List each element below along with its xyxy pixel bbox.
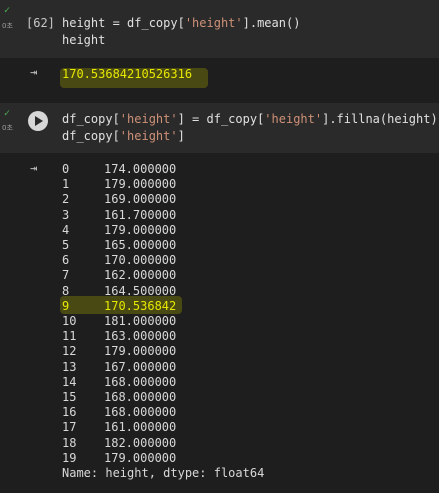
series-value: 168.000000 [104,374,177,389]
series-row: 9 170.536842 [62,299,264,314]
success-check-icon: ✓ [4,108,11,119]
series-value: 170.536842 [104,298,177,313]
series-value: 162.000000 [104,268,177,283]
series-value: 161.000000 [104,420,177,435]
series-index: 9 [62,298,70,313]
series-index: 1 [62,177,70,192]
series-row: 18 182.000000 [62,436,264,451]
code-cell-2[interactable]: ✓ 0초 df_copy['height'] = df_copy['height… [0,103,439,153]
series-index: 8 [62,283,70,298]
series-value: 179.000000 [104,177,177,192]
series-value: 164.500000 [104,283,177,298]
series-row: 13 167.000000 [62,360,264,375]
series-row: 10 181.000000 [62,314,264,329]
series-row: 7 162.000000 [62,268,264,283]
series-row: 17 161.000000 [62,420,264,435]
code-editor[interactable]: df_copy['height'] = df_copy['height'].fi… [62,111,438,145]
series-index: 12 [62,344,77,359]
series-index: 5 [62,238,70,253]
code-line: height [62,33,106,47]
code-line: df_copy['height'] = df_copy['height'].fi… [62,112,438,126]
series-row: 5 165.000000 [62,238,264,253]
series-row: 6 170.000000 [62,253,264,268]
series-row: 14 168.000000 [62,375,264,390]
series-index: 16 [62,405,77,420]
series-value: 161.700000 [104,207,177,222]
execution-count: [62] [26,16,55,30]
series-value: 165.000000 [104,238,177,253]
code-cell-1[interactable]: ✓ 0초 [62] height = df_copy['height'].mea… [0,0,439,58]
output-area-1: ⇥ 170.53684210526316 [0,58,439,98]
series-row: 2 169.000000 [62,192,264,207]
series-row: 11 163.000000 [62,329,264,344]
series-index: 7 [62,268,70,283]
series-value: 169.000000 [104,192,177,207]
series-footer: Name: height, dtype: float64 [62,466,265,481]
series-value: 170.000000 [104,253,177,268]
code-editor[interactable]: height = df_copy['height'].mean() height [62,15,300,49]
series-value: 168.000000 [104,390,177,405]
series-row: 4 179.000000 [62,223,264,238]
series-index: 0 [62,162,70,176]
run-cell-button[interactable] [28,111,48,131]
series-index: 17 [62,420,77,435]
series-row: 3 161.700000 [62,208,264,223]
series-index: 4 [62,222,70,237]
series-index: 15 [62,390,77,405]
exec-time-label: 0초 [2,124,13,132]
series-index: 19 [62,450,77,465]
exec-time-label: 0초 [2,22,13,30]
series-index: 14 [62,374,77,389]
series-value: 179.000000 [104,222,177,237]
series-row: 15 168.000000 [62,390,264,405]
series-value: 167.000000 [104,359,177,374]
output-value: 170.53684210526316 [62,67,193,81]
series-row: 16 168.000000 [62,405,264,420]
series-row: 12 179.000000 [62,344,264,359]
series-value: 179.000000 [104,344,177,359]
series-value: 179.000000 [104,450,177,465]
series-value: 181.000000 [104,314,177,329]
series-row: 8 164.500000 [62,284,264,299]
series-row: 0 174.000000 [62,162,264,177]
series-row: 1 179.000000 [62,177,264,192]
code-line: height = df_copy['height'].mean() [62,16,301,30]
series-value: 163.000000 [104,329,177,344]
series-index: 13 [62,359,77,374]
series-index: 11 [62,329,77,344]
series-row: 19 179.000000 [62,451,264,466]
series-value: 168.000000 [104,405,177,420]
output-toggle-icon[interactable]: ⇥ [30,65,37,79]
code-line: df_copy['height'] [62,129,185,143]
series-index: 3 [62,207,70,222]
series-value: 174.000000 [104,162,177,176]
series-index: 6 [62,253,70,268]
success-check-icon: ✓ [4,5,11,16]
series-value: 182.000000 [104,435,177,450]
series-output: 0 174.000000 1 179.000000 2 169.000000 3 161.70… [62,162,264,481]
output-toggle-icon[interactable]: ⇥ [30,161,37,175]
series-index: 2 [62,192,70,207]
series-index: 18 [62,435,77,450]
series-index: 10 [62,314,77,329]
